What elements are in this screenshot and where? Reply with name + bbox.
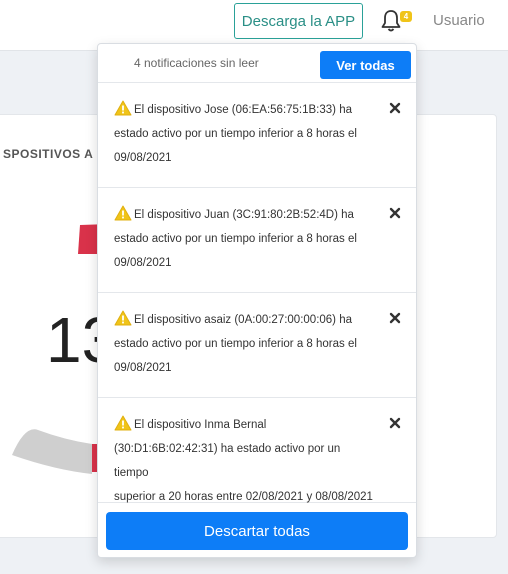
notifications-bell-button[interactable]: 4: [380, 8, 412, 36]
notification-line: El dispositivo Juan (3C:91:80:2B:52:4D) …: [134, 209, 354, 221]
notification-item: El dispositivo Jose (06:EA:56:75:1B:33) …: [98, 83, 416, 188]
notification-item: El dispositivo Inma Bernal (30:D1:6B:02:…: [98, 398, 416, 503]
notification-count-badge: 4: [400, 11, 412, 22]
notification-text: El dispositivo Juan (3C:91:80:2B:52:4D) …: [114, 203, 376, 275]
bell-icon: [381, 10, 401, 32]
user-menu[interactable]: Usuario: [433, 12, 485, 29]
notification-line: 09/08/2021: [114, 152, 172, 164]
notification-line: estado activo por un tiempo inferior a 8…: [114, 128, 357, 140]
notification-line: superior a 20 horas entre 02/08/2021 y 0…: [114, 491, 373, 503]
notification-line: estado activo por un tiempo inferior a 8…: [114, 233, 357, 245]
notifications-dropdown: 4 notificaciones sin leer Ver todas El d…: [97, 43, 417, 558]
notification-line: 09/08/2021: [114, 362, 172, 374]
notification-item: El dispositivo Juan (3C:91:80:2B:52:4D) …: [98, 188, 416, 293]
notification-item: El dispositivo asaiz (0A:00:27:00:00:06)…: [98, 293, 416, 398]
download-app-button[interactable]: Descarga la APP: [234, 3, 363, 39]
close-icon[interactable]: [388, 416, 402, 430]
notification-text: El dispositivo asaiz (0A:00:27:00:00:06)…: [114, 308, 376, 380]
notification-text: El dispositivo Inma Bernal (30:D1:6B:02:…: [114, 413, 376, 509]
notification-line: El dispositivo asaiz (0A:00:27:00:00:06)…: [134, 314, 352, 326]
unread-count-text: 4 notificaciones sin leer: [134, 56, 259, 70]
close-icon[interactable]: [388, 311, 402, 325]
notification-line: El dispositivo Jose (06:EA:56:75:1B:33) …: [134, 104, 352, 116]
notification-line: (30:D1:6B:02:42:31) ha estado activo por…: [114, 443, 341, 479]
view-all-button[interactable]: Ver todas: [320, 51, 411, 79]
close-icon[interactable]: [388, 101, 402, 115]
close-icon[interactable]: [388, 206, 402, 220]
notification-line: 09/08/2021: [114, 257, 172, 269]
notification-line: El dispositivo Inma Bernal: [134, 419, 267, 431]
devices-card-title: SPOSITIVOS A: [3, 147, 94, 161]
dismiss-all-button[interactable]: Descartar todas: [106, 512, 408, 550]
notification-text: El dispositivo Jose (06:EA:56:75:1B:33) …: [114, 98, 376, 170]
notification-line: estado activo por un tiempo inferior a 8…: [114, 338, 357, 350]
notifications-header: 4 notificaciones sin leer Ver todas: [98, 44, 416, 83]
